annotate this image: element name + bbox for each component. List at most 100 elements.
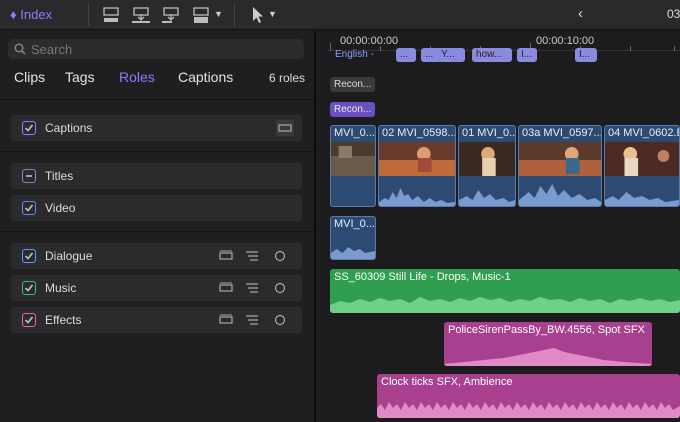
caption-lane-label: English -: [335, 49, 374, 60]
search-input[interactable]: Search: [31, 42, 72, 57]
clip-title: PoliceSirenPassBy_BW.4556, Spot SFX: [448, 324, 645, 336]
divider: [0, 151, 314, 152]
clip-title: 04 MVI_0602.B...: [608, 127, 679, 139]
video-clip[interactable]: 03a MVI_0597...: [518, 125, 602, 207]
index-button[interactable]: ♦ Index: [10, 7, 52, 22]
timeline-index-panel: Search Clips Tags Roles Captions 6 roles…: [0, 31, 314, 422]
video-clip[interactable]: 02 MVI_0598...: [378, 125, 456, 207]
audio-waveform: [377, 402, 680, 418]
role-label: Video: [45, 201, 76, 215]
overwrite-clip-icon[interactable]: [190, 5, 212, 25]
insert-clip-icon[interactable]: [130, 5, 152, 25]
clip-thumbnail: [605, 142, 679, 176]
role-checkbox[interactable]: [22, 201, 36, 215]
clip-thumbnail: [379, 142, 455, 176]
timeline[interactable]: 00:00:00:00 00:00:10:00 English - ... ..…: [316, 31, 680, 422]
toolbar-divider: [88, 4, 89, 26]
role-row-captions[interactable]: Captions: [11, 115, 302, 141]
audio-waveform: [459, 190, 515, 206]
clip-thumbnail: [331, 142, 375, 176]
tab-captions[interactable]: Captions: [178, 69, 233, 85]
ruler-tick: [630, 46, 631, 51]
toolbar: ♦ Index ▼ ▼ ‹ 03: [0, 0, 680, 30]
role-label: Music: [45, 281, 77, 295]
audio-clip-effects[interactable]: PoliceSirenPassBy_BW.4556, Spot SFX: [444, 322, 652, 366]
audio-clip-music[interactable]: SS_60309 Still Life - Drops, Music-1: [330, 269, 680, 313]
ruler-timecode: 00:00:00:00: [340, 35, 399, 47]
select-tool-icon[interactable]: [248, 5, 270, 25]
clip-thumbnail: [459, 142, 515, 176]
back-arrow-icon[interactable]: ‹: [578, 5, 583, 22]
clip-title: MVI_0...: [334, 218, 375, 230]
caption-clip[interactable]: how...: [472, 48, 512, 62]
connected-clip[interactable]: MVI_0...: [330, 216, 376, 260]
ruler-tick: [330, 43, 331, 51]
role-row-dialogue[interactable]: Dialogue: [11, 243, 302, 269]
lane-icon[interactable]: [218, 281, 234, 295]
clip-title: 02 MVI_0598...: [382, 127, 456, 139]
ruler-timecode: 00:00:10:00: [536, 35, 595, 47]
focus-circle-icon[interactable]: [272, 281, 288, 295]
role-row-titles[interactable]: Titles: [11, 163, 302, 189]
role-checkbox[interactable]: [22, 121, 36, 135]
append-clip-icon[interactable]: [160, 5, 182, 25]
tab-tags[interactable]: Tags: [65, 69, 95, 85]
subroles-icon[interactable]: [244, 281, 260, 295]
role-checkbox[interactable]: [22, 281, 36, 295]
video-clip[interactable]: 01 MVI_0...: [458, 125, 516, 207]
divider: [0, 231, 314, 232]
audio-waveform: [605, 192, 679, 206]
focus-circle-icon[interactable]: [272, 249, 288, 263]
role-label: Dialogue: [45, 249, 93, 263]
role-label: Effects: [45, 313, 82, 327]
role-label: Titles: [45, 169, 74, 183]
role-controls: [218, 313, 294, 327]
role-count: 6 roles: [269, 71, 306, 85]
clip-title: Clock ticks SFX, Ambience: [381, 376, 513, 388]
role-controls: [218, 249, 294, 263]
role-checkbox[interactable]: [22, 249, 36, 263]
video-clip[interactable]: 04 MVI_0602.B...: [604, 125, 680, 207]
clip-title: 01 MVI_0...: [462, 127, 516, 139]
lane-icon[interactable]: [218, 313, 234, 327]
toolbar-divider: [234, 4, 235, 26]
search-field[interactable]: Search: [8, 39, 304, 59]
search-icon: [14, 43, 26, 55]
clip-title: 03a MVI_0597...: [522, 127, 602, 139]
tab-roles[interactable]: Roles: [119, 69, 155, 85]
role-row-video[interactable]: Video: [11, 195, 302, 221]
role-checkbox[interactable]: [22, 169, 36, 183]
clip-thumbnail: [519, 142, 601, 176]
caption-clip[interactable]: I...: [517, 48, 537, 62]
audio-waveform: [444, 348, 652, 366]
clip-title: SS_60309 Still Life - Drops, Music-1: [334, 271, 511, 283]
subroles-icon[interactable]: [244, 249, 260, 263]
focus-circle-icon[interactable]: [272, 313, 288, 327]
role-checkbox[interactable]: [22, 313, 36, 327]
caption-lane-toggle-icon[interactable]: [276, 120, 294, 136]
audio-waveform: [330, 297, 680, 313]
timecode-display: 03: [667, 7, 680, 21]
chevron-down-icon[interactable]: ▼: [268, 9, 277, 19]
caption-clip[interactable]: Y...: [437, 48, 465, 62]
role-row-music[interactable]: Music: [11, 275, 302, 301]
role-row-effects[interactable]: Effects: [11, 307, 302, 333]
title-lane-button[interactable]: Recon...: [330, 102, 376, 117]
audio-waveform: [331, 247, 375, 259]
title-lane-button[interactable]: Recon...: [330, 77, 376, 92]
connect-clip-icon[interactable]: [100, 5, 122, 25]
caption-clip[interactable]: I...: [575, 48, 597, 62]
caption-clip[interactable]: ...: [396, 48, 416, 62]
divider: [0, 99, 314, 100]
video-clip[interactable]: MVI_0...: [330, 125, 376, 207]
ruler-tick: [674, 46, 675, 51]
lane-icon[interactable]: [218, 249, 234, 263]
tab-clips[interactable]: Clips: [14, 69, 45, 85]
audio-clip-effects[interactable]: Clock ticks SFX, Ambience: [377, 374, 680, 418]
audio-waveform: [331, 178, 375, 206]
audio-waveform: [379, 188, 455, 206]
subroles-icon[interactable]: [244, 313, 260, 327]
role-label: Captions: [45, 121, 93, 135]
chevron-down-icon[interactable]: ▼: [214, 9, 223, 19]
clip-title: MVI_0...: [334, 127, 375, 139]
